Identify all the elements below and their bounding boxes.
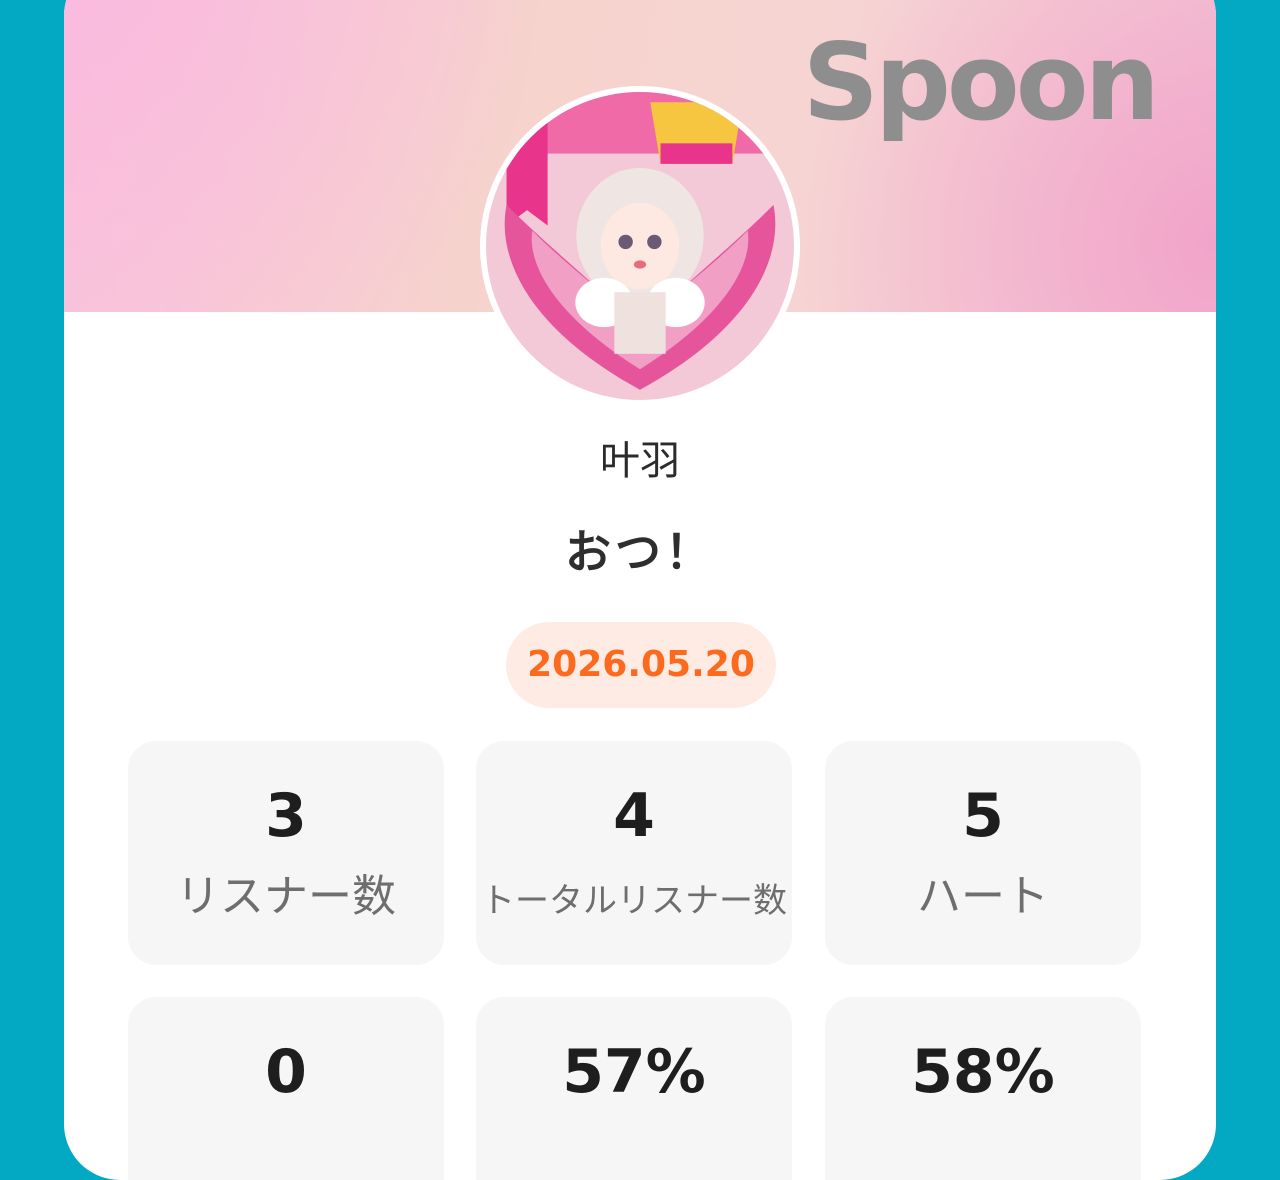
- stat-fifth: 57%: [476, 997, 792, 1180]
- user-name: 叶羽: [600, 438, 680, 484]
- stat-total-listeners: 4 トータルリスナー数: [476, 741, 792, 965]
- date-badge: 2026.05.20: [506, 622, 776, 708]
- stat-value: 4: [613, 781, 655, 851]
- stat-value: 0: [265, 1037, 307, 1107]
- stat-value: 57%: [562, 1037, 706, 1107]
- avatar-image: [486, 92, 794, 400]
- stat-fourth: 0: [128, 997, 444, 1180]
- broadcast-title: おつ！: [565, 525, 715, 579]
- stat-listeners: 3 リスナー数: [128, 741, 444, 965]
- stat-sixth: 58%: [825, 997, 1141, 1180]
- spoon-logo: Spoon: [802, 21, 1160, 144]
- stat-hearts: 5 ハート: [825, 741, 1141, 965]
- stat-value: 3: [265, 781, 307, 851]
- stat-label: リスナー数: [176, 871, 396, 922]
- stat-value: 58%: [911, 1037, 1055, 1107]
- avatar[interactable]: [480, 86, 800, 406]
- stat-value: 5: [962, 781, 1004, 851]
- stat-label: ハート: [917, 871, 1049, 922]
- result-card: Spoon 叶羽 おつ！ 2026.05.20 3 リスナー数 4 トータルリス…: [64, 0, 1216, 1180]
- stat-label: トータルリスナー数: [481, 881, 787, 921]
